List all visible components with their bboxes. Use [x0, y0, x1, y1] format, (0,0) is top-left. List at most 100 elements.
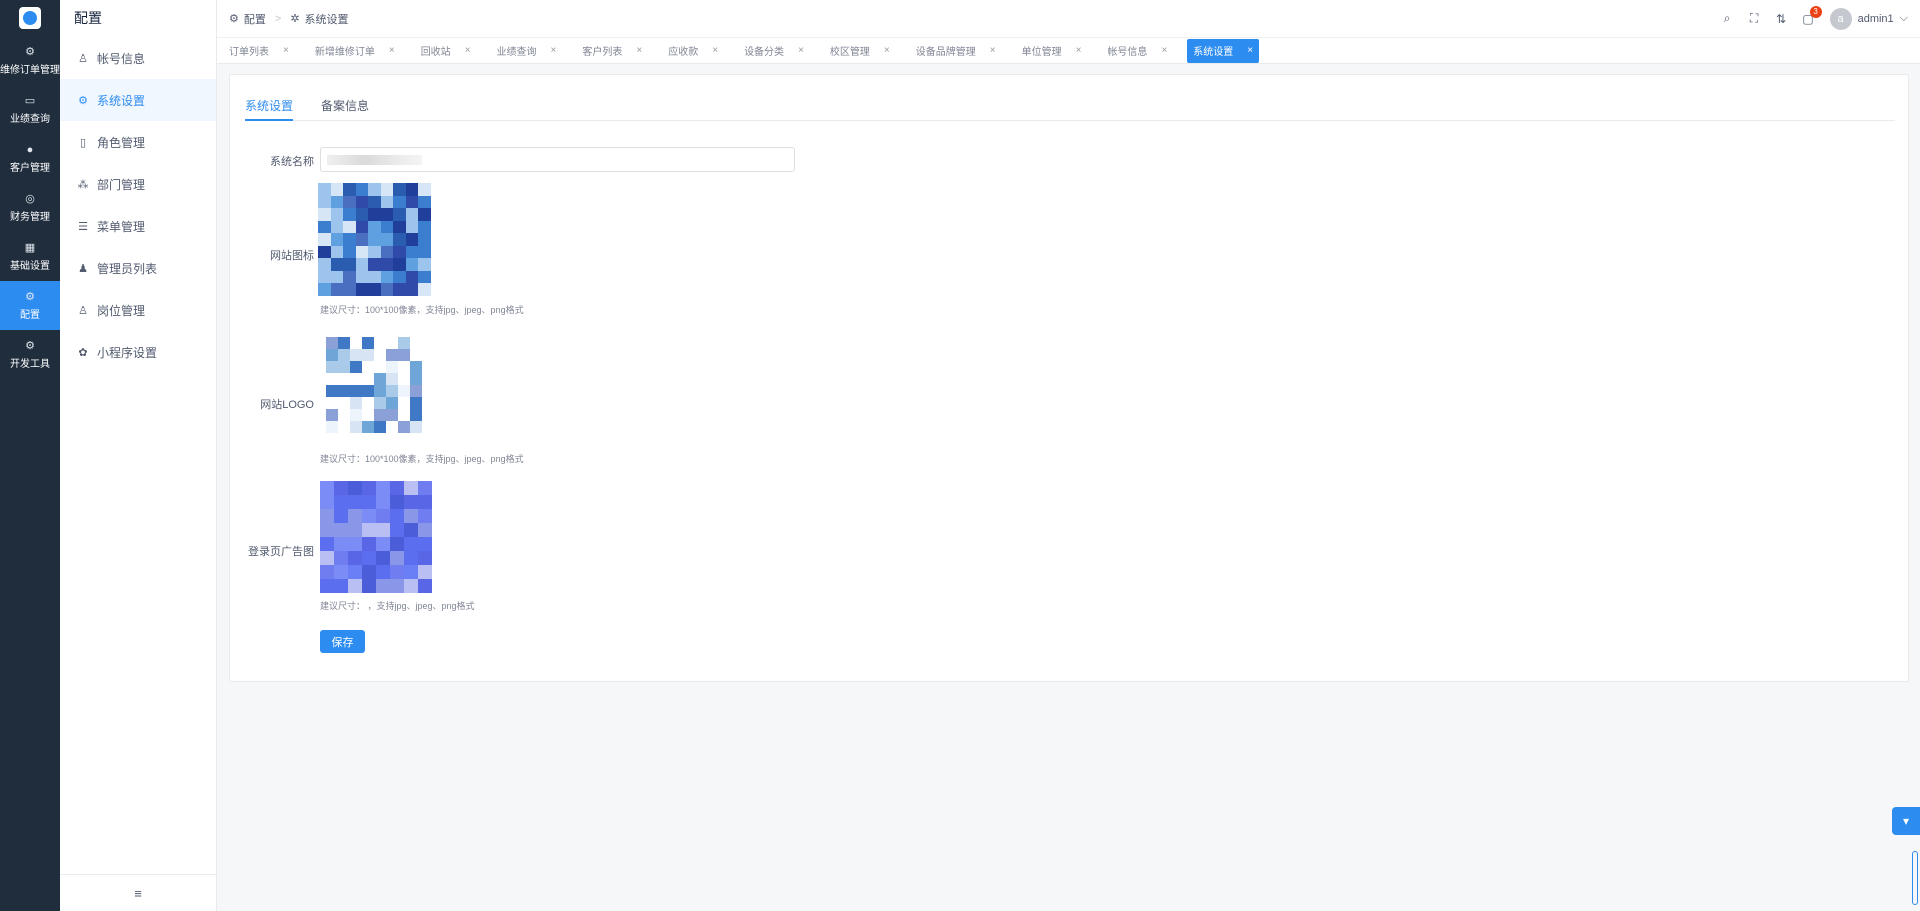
- chevron-down-icon: ⌵: [1899, 12, 1908, 24]
- close-icon[interactable]: ×: [389, 45, 395, 56]
- close-icon[interactable]: ×: [990, 45, 996, 56]
- close-icon[interactable]: ×: [798, 45, 804, 56]
- settings-card: 系统设置 备案信息 系统名称 网站图标 建议尺寸：100*100像素，支持jpg…: [229, 74, 1909, 682]
- rail-item-6[interactable]: ⚙ 开发工具: [0, 330, 60, 379]
- settings-icon: ⚙: [25, 290, 35, 303]
- user-outline-icon: ♙: [78, 304, 88, 317]
- avatar: a: [1829, 7, 1852, 30]
- breadcrumb-item-config[interactable]: 配置: [244, 11, 266, 27]
- fullscreen-icon[interactable]: ⛶: [1741, 0, 1768, 37]
- page-tab-label: 设备品牌管理: [915, 47, 976, 58]
- grid-icon: ▦: [24, 241, 36, 254]
- close-icon[interactable]: ×: [636, 45, 642, 56]
- user-menu[interactable]: a admin1 ⌵: [1829, 7, 1908, 30]
- gear-icon: ⚙: [78, 94, 88, 107]
- database-icon: ◎: [25, 192, 35, 205]
- page-tab-7[interactable]: 校区管理 ×: [824, 39, 896, 63]
- floating-tool-button[interactable]: ▾: [1892, 807, 1920, 835]
- close-icon[interactable]: ×: [884, 45, 890, 56]
- page-tab-10[interactable]: 帐号信息 ×: [1101, 39, 1173, 63]
- rail-item-label: 开发工具: [10, 358, 50, 370]
- logo-upload[interactable]: [326, 337, 422, 433]
- rail-item-label: 基础设置: [10, 260, 50, 272]
- rail-item-label: 维修订单管理: [0, 64, 60, 76]
- sidebar-item-7[interactable]: ✿ 小程序设置: [60, 331, 216, 373]
- config-sidebar: 配置 ♙ 帐号信息 ⚙ 系统设置 ▯ 角色管理 ⁂ 部门管理 ☰ 菜单管理 ♟ 管理员列表 ♙ 岗位管理 ✿…: [60, 0, 217, 911]
- sidebar-item-label: 部门管理: [97, 177, 146, 192]
- page-tab-9[interactable]: 单位管理 ×: [1016, 39, 1088, 63]
- sidebar-item-label: 小程序设置: [97, 345, 158, 360]
- sidebar-item-4[interactable]: ☰ 菜单管理: [60, 205, 216, 247]
- page-tab-label: 应收款: [668, 47, 699, 58]
- book-icon: ▯: [79, 136, 87, 149]
- close-icon[interactable]: ×: [1076, 45, 1082, 56]
- logo-hint: 建议尺寸：100*100像素，支持jpg、jpeg、png格式: [320, 454, 524, 464]
- page-tab-label: 单位管理: [1021, 47, 1062, 58]
- sidebar-item-label: 管理员列表: [97, 261, 158, 276]
- rail-item-5[interactable]: ⚙ 配置: [0, 281, 60, 330]
- rail-item-0[interactable]: ⚙ 维修订单管理: [0, 36, 60, 85]
- sidebar-item-label: 角色管理: [97, 135, 146, 150]
- rail-item-3[interactable]: ◎ 财务管理: [0, 183, 60, 232]
- collapse-menu-icon[interactable]: ≡: [60, 874, 216, 911]
- tab-filing-info[interactable]: 备案信息: [321, 97, 369, 121]
- page-tab-label: 系统设置: [1193, 47, 1234, 58]
- breadcrumb-config-icon: ⚙: [229, 13, 239, 25]
- sidebar-item-label: 系统设置: [97, 93, 146, 108]
- page-tabs: 订单列表 × 新增维修订单 × 回收站 × 业绩查询 × 客户列表 × 应收款 × 设备分类 × 校区管理 ×…: [217, 37, 1920, 64]
- close-icon[interactable]: ×: [712, 45, 718, 56]
- sidebar-item-6[interactable]: ♙ 岗位管理: [60, 289, 216, 331]
- sidebar-item-0[interactable]: ♙ 帐号信息: [60, 37, 216, 79]
- system-name-input[interactable]: [320, 147, 795, 172]
- page-tab-3[interactable]: 业绩查询 ×: [491, 39, 563, 63]
- translate-icon[interactable]: ⇅: [1768, 0, 1795, 37]
- logo-label: 网站LOGO: [260, 399, 314, 411]
- page-tab-5[interactable]: 应收款 ×: [662, 39, 724, 63]
- page-tab-label: 校区管理: [829, 47, 870, 58]
- sidebar-title: 配置: [74, 10, 102, 26]
- search-icon[interactable]: ⌕: [1714, 0, 1741, 37]
- page-tab-label: 客户列表: [582, 47, 623, 58]
- settings-icon: ⚙: [25, 339, 35, 352]
- app-logo[interactable]: [0, 0, 60, 36]
- sidebar-item-5[interactable]: ♟ 管理员列表: [60, 247, 216, 289]
- save-button[interactable]: 保存: [320, 630, 365, 653]
- notification-badge: 3: [1809, 6, 1822, 18]
- page-tab-1[interactable]: 新增维修订单 ×: [309, 39, 401, 63]
- page-tab-4[interactable]: 客户列表 ×: [576, 39, 648, 63]
- content-tabs: 系统设置 备案信息: [245, 97, 1895, 121]
- user-outline-icon: ♙: [78, 52, 88, 65]
- page-tab-label: 设备分类: [744, 47, 785, 58]
- page-tab-11[interactable]: 系统设置 ×: [1187, 38, 1260, 63]
- sidebar-item-3[interactable]: ⁂ 部门管理: [60, 163, 216, 205]
- rail-item-1[interactable]: ▭ 业绩查询: [0, 85, 60, 134]
- scroll-indicator[interactable]: [1912, 851, 1918, 905]
- rail-item-label: 业绩查询: [10, 113, 50, 125]
- rail-item-2[interactable]: ● 客户管理: [0, 134, 60, 183]
- close-icon[interactable]: ×: [551, 45, 557, 56]
- page-tab-6[interactable]: 设备分类 ×: [738, 39, 810, 63]
- sidebar-item-label: 帐号信息: [97, 51, 146, 66]
- breadcrumb: ⚙ 配置 > ✲ 系统设置: [217, 11, 349, 27]
- notification-button[interactable]: ▢ 3: [1795, 0, 1822, 37]
- sidebar-item-2[interactable]: ▯ 角色管理: [60, 121, 216, 163]
- page-tab-2[interactable]: 回收站 ×: [415, 39, 477, 63]
- sidebar-item-1[interactable]: ⚙ 系统设置: [60, 79, 216, 121]
- admin-icon: ♟: [78, 262, 88, 275]
- login-ad-upload[interactable]: [320, 481, 432, 593]
- close-icon[interactable]: ×: [1247, 45, 1253, 56]
- page-tab-8[interactable]: 设备品牌管理 ×: [910, 39, 1002, 63]
- favicon-upload[interactable]: [318, 183, 431, 296]
- sidebar-item-label: 菜单管理: [97, 219, 146, 234]
- user-name: admin1: [1857, 12, 1894, 25]
- rail-item-4[interactable]: ▦ 基础设置: [0, 232, 60, 281]
- rail-item-label: 财务管理: [10, 211, 50, 223]
- page-tab-0[interactable]: 订单列表 ×: [223, 39, 295, 63]
- favicon-hint: 建议尺寸：100*100像素，支持jpg、jpeg、png格式: [320, 305, 524, 315]
- tab-system-settings[interactable]: 系统设置: [245, 97, 294, 121]
- close-icon[interactable]: ×: [1161, 45, 1167, 56]
- close-icon[interactable]: ×: [465, 45, 471, 56]
- breadcrumb-separator: >: [274, 12, 282, 25]
- close-icon[interactable]: ×: [283, 45, 289, 56]
- app-rail: ⚙ 维修订单管理 ▭ 业绩查询 ● 客户管理 ◎ 财务管理 ▦ 基础设置 ⚙ 配置 ⚙ 开发工具: [0, 0, 60, 911]
